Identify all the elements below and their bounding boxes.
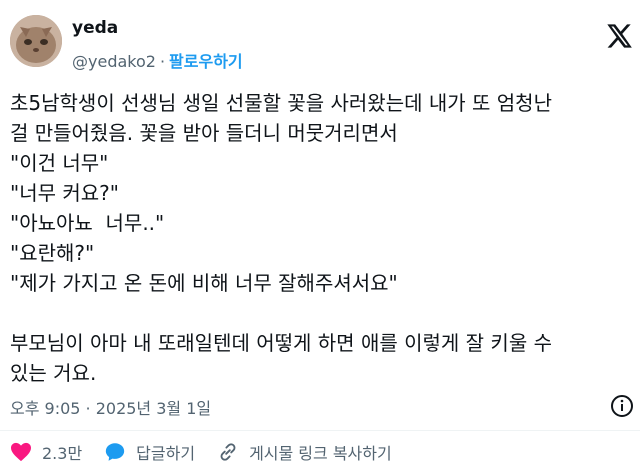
separator-dot: · [159, 52, 166, 71]
reply-label: 답글하기 [136, 444, 196, 463]
share-label: 게시물 링크 복사하기 [249, 444, 392, 463]
follow-button[interactable]: 팔로우하기 [169, 52, 243, 71]
x-logo-icon[interactable] [605, 22, 633, 50]
divider [0, 430, 640, 431]
reply-button[interactable]: 답글하기 [104, 440, 195, 464]
cat-photo-icon [10, 15, 62, 67]
like-button[interactable]: 2.3만 [10, 440, 82, 464]
info-icon[interactable] [610, 394, 634, 418]
author-handle[interactable]: @yedako2 [72, 52, 156, 71]
tweet-text: 초5남학생이 선생님 생일 선물할 꽃을 사러왔는데 내가 또 엄청난 걸 만들… [10, 91, 552, 385]
handle-row: @yedako2 · 팔로우하기 [72, 48, 243, 72]
link-icon [220, 443, 236, 461]
tweet-timestamp[interactable]: 오후 9:05 · 2025년 3월 1일 [10, 395, 211, 419]
author-name[interactable]: yeda [72, 18, 118, 38]
copy-link-button[interactable]: 게시물 링크 복사하기 [217, 440, 392, 464]
like-count: 2.3만 [42, 444, 83, 463]
heart-icon [11, 442, 31, 462]
avatar[interactable] [10, 15, 62, 67]
action-bar: 2.3만 답글하기 게시물 링크 복사하기 [10, 440, 414, 464]
reply-bubble-icon [106, 443, 125, 461]
